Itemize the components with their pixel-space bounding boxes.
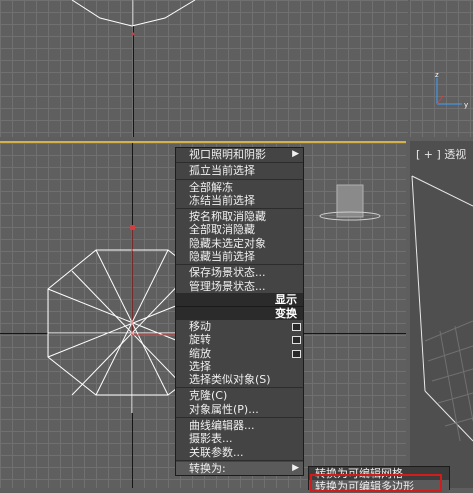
menu-item-clone[interactable]: 克隆(C) xyxy=(176,389,303,402)
menu-separator xyxy=(176,459,303,461)
menu-item-label: 隐藏当前选择 xyxy=(189,250,255,264)
axis-tripod-icon: z y xyxy=(435,71,468,109)
menu-item-label: 选择类似对象(S) xyxy=(189,373,271,387)
menu-item-label: 缩放 xyxy=(189,346,211,360)
menu-item-hide-selection[interactable]: 隐藏当前选择 xyxy=(176,250,303,263)
menu-item-label: 曲线编辑器... xyxy=(189,419,255,433)
menu-item-save-scene-state[interactable]: 保存场景状态... xyxy=(176,266,303,279)
menu-item-label: 关联参数... xyxy=(189,445,244,459)
viewport-left[interactable]: z y xyxy=(410,0,473,137)
menu-item-hide-unselected[interactable]: 隐藏未选定对象 xyxy=(176,237,303,250)
octagon-top-view xyxy=(71,0,196,36)
menu-item-label: 对象属性(P)... xyxy=(189,402,259,416)
menu-item-label: 孤立当前选择 xyxy=(189,164,255,178)
svg-text:z: z xyxy=(435,71,439,79)
menu-item-freeze-selection[interactable]: 冻结当前选择 xyxy=(176,194,303,207)
quad-context-menu: 视口照明和阴影 ▶ 孤立当前选择 全部解冻 冻结当前选择 按名称取消隐藏 全部取… xyxy=(175,147,304,477)
menu-item-unhide-all[interactable]: 全部取消隐藏 xyxy=(176,223,303,236)
menu-item-label: 保存场景状态... xyxy=(189,266,266,280)
menu-item-label: 选择 xyxy=(189,359,211,373)
menu-item-unhide-by-name[interactable]: 按名称取消隐藏 xyxy=(176,210,303,223)
options-box-icon[interactable] xyxy=(292,322,301,331)
menu-item-select-similar[interactable]: 选择类似对象(S) xyxy=(176,373,303,386)
menu-item-convert-to[interactable]: 转换为: ▶ xyxy=(176,461,303,476)
perspective-grid xyxy=(411,175,473,442)
menu-item-label: 按名称取消隐藏 xyxy=(189,210,266,224)
menu-item-object-properties[interactable]: 对象属性(P)... xyxy=(176,403,303,416)
menu-header-display: 显示 xyxy=(176,292,303,306)
svg-text:y: y xyxy=(464,101,468,109)
menu-item-manage-scene-states[interactable]: 管理场景状态... xyxy=(176,280,303,293)
viewport-perspective[interactable]: [ + ] 透视 xyxy=(410,141,473,488)
submenu-arrow-icon: ▶ xyxy=(292,462,299,473)
menu-item-select[interactable]: 选择 xyxy=(176,360,303,373)
menu-item-label: 克隆(C) xyxy=(189,389,228,403)
menu-item-curve-editor[interactable]: 曲线编辑器... xyxy=(176,419,303,432)
menu-item-rotate[interactable]: 旋转 xyxy=(176,333,303,346)
menu-item-label: 隐藏未选定对象 xyxy=(189,236,266,250)
submenu-arrow-icon: ▶ xyxy=(292,149,299,159)
menu-item-unfreeze-all[interactable]: 全部解冻 xyxy=(176,181,303,194)
menu-item-viewport-lighting[interactable]: 视口照明和阴影 ▶ xyxy=(176,148,303,161)
menu-item-label: 移动 xyxy=(189,319,211,333)
options-box-icon[interactable] xyxy=(292,336,301,345)
menu-item-label: 全部取消隐藏 xyxy=(189,223,255,237)
menu-item-label: 视口照明和阴影 xyxy=(189,148,266,161)
menu-item-label: 旋转 xyxy=(189,333,211,347)
options-box-icon[interactable] xyxy=(292,349,301,358)
menu-item-scale[interactable]: 缩放 xyxy=(176,347,303,360)
menu-separator xyxy=(176,417,303,419)
menu-item-label: 冻结当前选择 xyxy=(189,193,255,207)
menu-item-label: 转换为: xyxy=(189,461,226,475)
menu-item-move[interactable]: 移动 xyxy=(176,320,303,333)
menu-header-transform: 变换 xyxy=(176,305,303,320)
menu-item-wire-parameters[interactable]: 关联参数... xyxy=(176,446,303,459)
menu-item-label: 全部解冻 xyxy=(189,180,233,194)
viewport-top[interactable] xyxy=(0,0,408,137)
highlight-frame xyxy=(310,474,442,492)
menu-item-dope-sheet[interactable]: 摄影表... xyxy=(176,432,303,445)
menu-item-isolate-selection[interactable]: 孤立当前选择 xyxy=(176,164,303,177)
menu-item-label: 管理场景状态... xyxy=(189,279,266,293)
menu-item-label: 摄影表... xyxy=(189,432,233,446)
menu-separator xyxy=(176,178,303,180)
